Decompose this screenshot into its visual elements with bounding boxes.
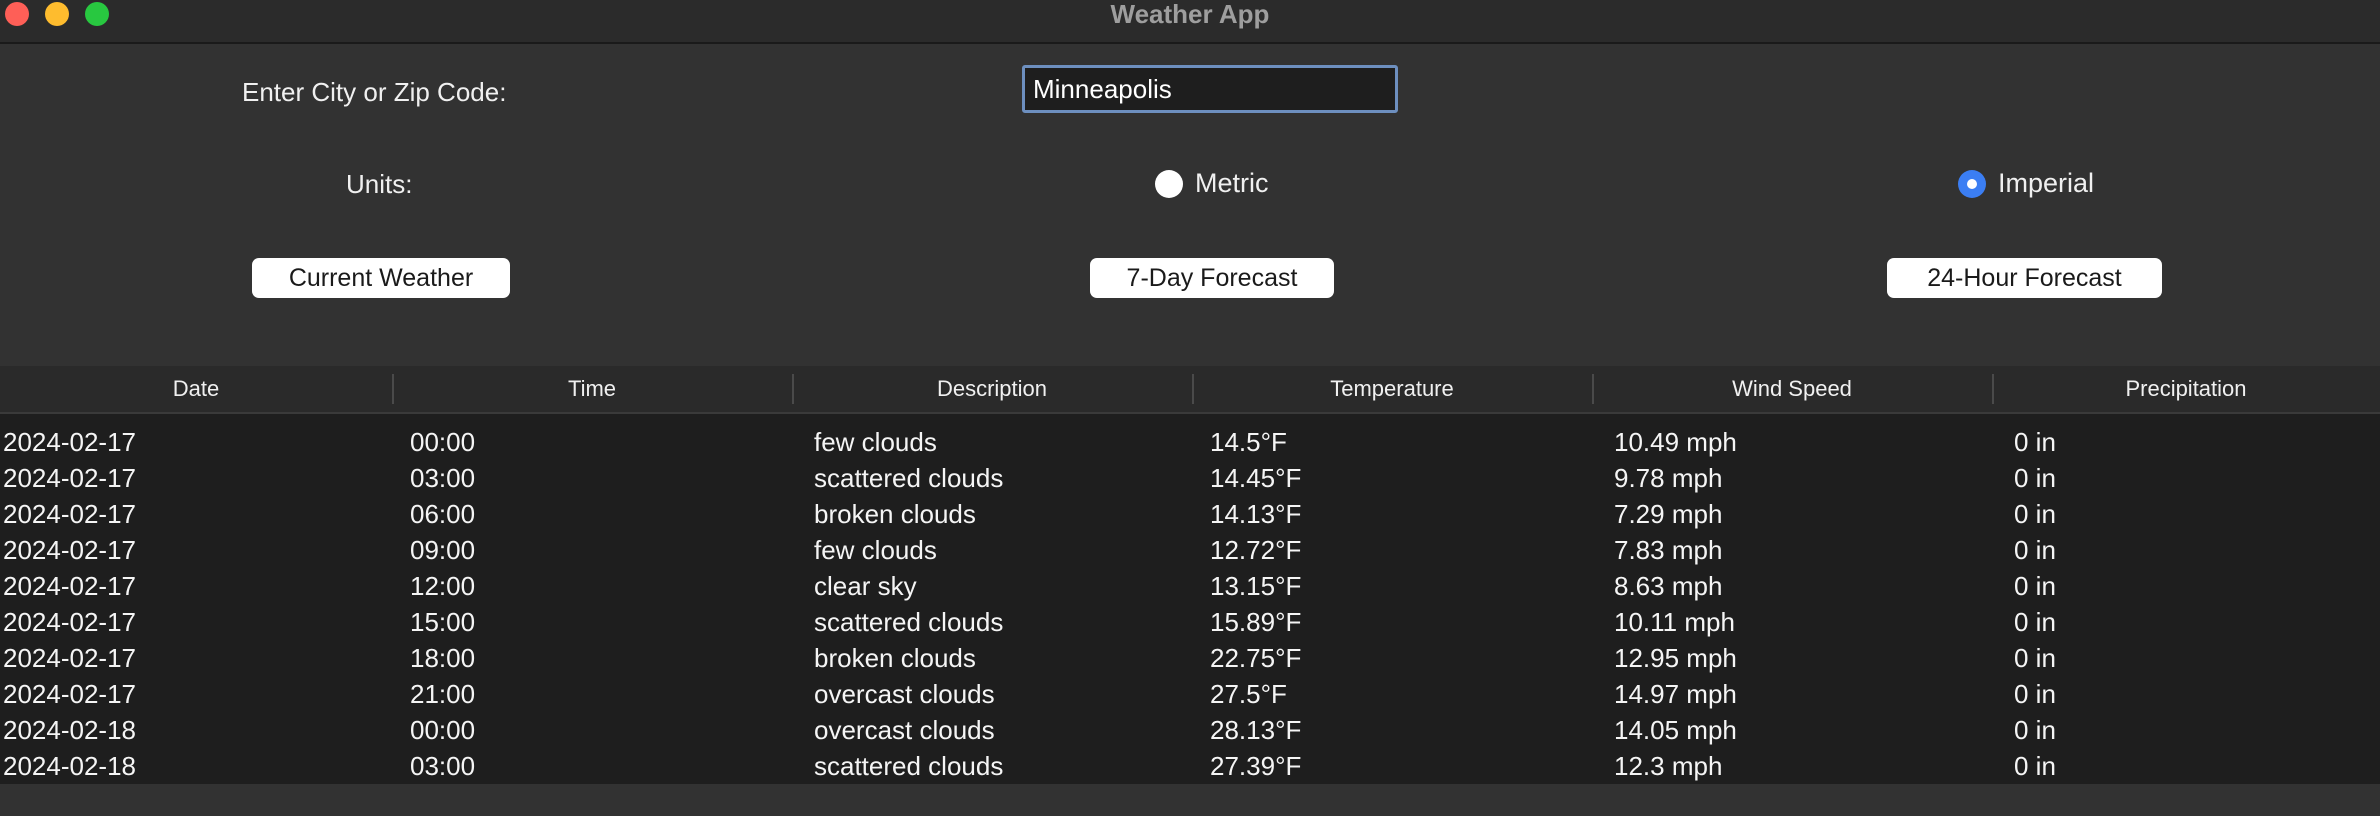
cell-precipitation: 0 in <box>2014 679 2056 709</box>
column-header-date[interactable]: Date <box>0 366 392 412</box>
cell-temperature: 12.72°F <box>1210 535 1302 565</box>
cell-date: 2024-02-17 <box>3 499 136 529</box>
table-body: 2024-02-17 00:00 few clouds 14.5°F 10.49 mph… <box>0 424 2380 784</box>
cell-precipitation: 0 in <box>2014 715 2056 745</box>
cell-date: 2024-02-18 <box>3 715 136 745</box>
table-row[interactable]: 2024-02-18 00:00 overcast clouds 28.13°F 14.… <box>0 712 2380 748</box>
table-row[interactable]: 2024-02-17 18:00 broken clouds 22.75°F 12.95… <box>0 640 2380 676</box>
cell-date: 2024-02-17 <box>3 643 136 673</box>
cell-temperature: 14.45°F <box>1210 463 1302 493</box>
cell-precipitation: 0 in <box>2014 571 2056 601</box>
cell-precipitation: 0 in <box>2014 463 2056 493</box>
cell-description: few clouds <box>814 535 937 565</box>
cell-wind-speed: 8.63 mph <box>1614 571 1723 601</box>
cell-time: 03:00 <box>410 463 476 493</box>
cell-wind-speed: 7.29 mph <box>1614 499 1723 529</box>
cell-temperature: 27.5°F <box>1210 679 1287 709</box>
cell-wind-speed: 12.3 mph <box>1614 751 1723 781</box>
cell-date: 2024-02-17 <box>3 535 136 565</box>
cell-date: 2024-02-18 <box>3 751 136 781</box>
cell-description: overcast clouds <box>814 715 995 745</box>
cell-time: 09:00 <box>410 535 476 565</box>
cell-wind-speed: 14.05 mph <box>1614 715 1737 745</box>
cell-date: 2024-02-17 <box>3 571 136 601</box>
cell-description: overcast clouds <box>814 679 995 709</box>
metric-radio-button[interactable] <box>1155 169 1183 198</box>
cell-wind-speed: 10.49 mph <box>1614 427 1737 457</box>
cell-date: 2024-02-17 <box>3 427 136 457</box>
cell-time: 12:00 <box>410 571 476 601</box>
cell-temperature: 22.75°F <box>1210 643 1302 673</box>
seven-day-forecast-button[interactable]: 7-Day Forecast <box>1090 258 1334 298</box>
table-row[interactable]: 2024-02-18 03:00 scattered clouds 27.39°F 12… <box>0 748 2380 784</box>
cell-description: broken clouds <box>814 499 976 529</box>
cell-time: 00:00 <box>410 427 476 457</box>
units-label: Units: <box>346 169 413 199</box>
cell-description: scattered clouds <box>814 751 1004 781</box>
title-bar: Weather App <box>0 0 2380 44</box>
table-row[interactable]: 2024-02-17 03:00 scattered clouds 14.45°F 9.… <box>0 460 2380 496</box>
cell-description: scattered clouds <box>814 463 1004 493</box>
city-label: Enter City or Zip Code: <box>242 77 507 107</box>
cell-description: clear sky <box>814 571 917 601</box>
window-title: Weather App <box>1110 0 1270 29</box>
cell-time: 15:00 <box>410 607 476 637</box>
cell-temperature: 15.89°F <box>1210 607 1302 637</box>
city-input[interactable] <box>1022 65 1398 113</box>
column-header-time[interactable]: Time <box>392 366 792 412</box>
imperial-radio-label: Imperial <box>1998 168 2095 198</box>
cell-date: 2024-02-17 <box>3 679 136 709</box>
cell-time: 18:00 <box>410 643 476 673</box>
cell-time: 06:00 <box>410 499 476 529</box>
cell-precipitation: 0 in <box>2014 499 2056 529</box>
cell-date: 2024-02-17 <box>3 607 136 637</box>
metric-radio-label: Metric <box>1195 168 1269 198</box>
cell-precipitation: 0 in <box>2014 427 2056 457</box>
table-row[interactable]: 2024-02-17 06:00 broken clouds 14.13°F 7.29 … <box>0 496 2380 532</box>
table-row[interactable]: 2024-02-17 21:00 overcast clouds 27.5°F 14.9… <box>0 676 2380 712</box>
column-header-wind-speed[interactable]: Wind Speed <box>1592 366 1992 412</box>
cell-temperature: 27.39°F <box>1210 751 1302 781</box>
cell-description: scattered clouds <box>814 607 1004 637</box>
weather-app-window: Weather App Enter City or Zip Code: Unit… <box>0 0 2380 816</box>
table-row[interactable]: 2024-02-17 00:00 few clouds 14.5°F 10.49 mph… <box>0 424 2380 460</box>
cell-description: broken clouds <box>814 643 976 673</box>
metric-radio-option[interactable]: Metric <box>1155 168 1269 199</box>
cell-temperature: 14.5°F <box>1210 427 1287 457</box>
cell-wind-speed: 14.97 mph <box>1614 679 1737 709</box>
table-header: Date Time Description Temperature Wind S… <box>0 366 2380 414</box>
cell-wind-speed: 12.95 mph <box>1614 643 1737 673</box>
cell-precipitation: 0 in <box>2014 643 2056 673</box>
cell-temperature: 14.13°F <box>1210 499 1302 529</box>
cell-time: 21:00 <box>410 679 476 709</box>
cell-wind-speed: 9.78 mph <box>1614 463 1723 493</box>
hourly-forecast-button[interactable]: 24-Hour Forecast <box>1887 258 2162 298</box>
cell-temperature: 13.15°F <box>1210 571 1302 601</box>
cell-time: 03:00 <box>410 751 476 781</box>
cell-date: 2024-02-17 <box>3 463 136 493</box>
column-header-description[interactable]: Description <box>792 366 1192 412</box>
table-row[interactable]: 2024-02-17 12:00 clear sky 13.15°F 8.63 mph 0… <box>0 568 2380 604</box>
cell-description: few clouds <box>814 427 937 457</box>
imperial-radio-button[interactable] <box>1958 169 1986 198</box>
cell-temperature: 28.13°F <box>1210 715 1302 745</box>
current-weather-button[interactable]: Current Weather <box>252 258 510 298</box>
cell-precipitation: 0 in <box>2014 607 2056 637</box>
cell-wind-speed: 7.83 mph <box>1614 535 1723 565</box>
imperial-radio-option[interactable]: Imperial <box>1958 168 2094 199</box>
table-row[interactable]: 2024-02-17 15:00 scattered clouds 15.89°F 10… <box>0 604 2380 640</box>
cell-wind-speed: 10.11 mph <box>1614 607 1735 637</box>
bottom-bar <box>0 784 2380 816</box>
cell-precipitation: 0 in <box>2014 535 2056 565</box>
forecast-table: Date Time Description Temperature Wind S… <box>0 366 2380 784</box>
cell-time: 00:00 <box>410 715 476 745</box>
table-row[interactable]: 2024-02-17 09:00 few clouds 12.72°F 7.83 mph… <box>0 532 2380 568</box>
column-header-temperature[interactable]: Temperature <box>1192 366 1592 412</box>
column-header-precipitation[interactable]: Precipitation <box>1992 366 2380 412</box>
cell-precipitation: 0 in <box>2014 751 2056 781</box>
